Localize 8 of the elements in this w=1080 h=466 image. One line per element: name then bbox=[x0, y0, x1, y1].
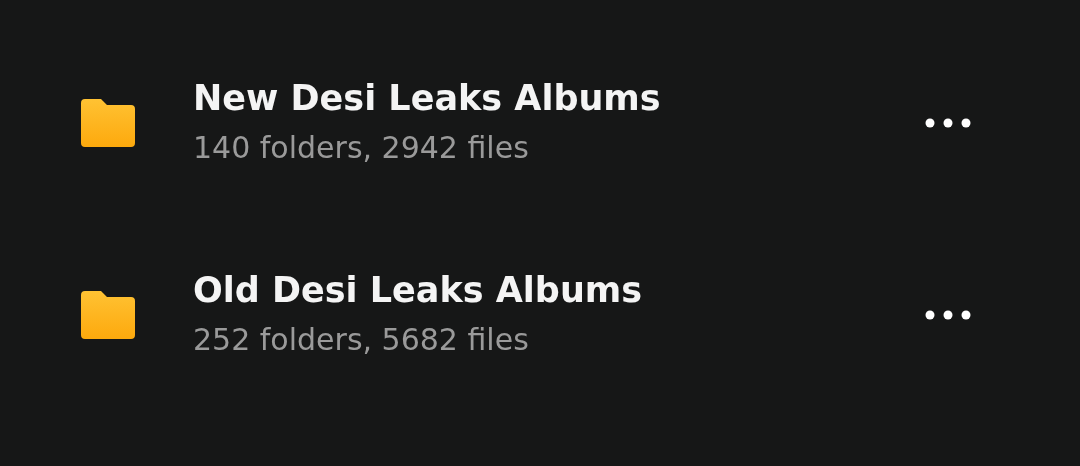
folder-details: 252 folders, 5682 files bbox=[193, 321, 530, 359]
folder-name[interactable]: New Desi Leaks Albums bbox=[193, 73, 918, 123]
folder-icon bbox=[81, 99, 135, 147]
more-icon bbox=[924, 309, 972, 321]
folder-details: 140 folders, 2942 files bbox=[193, 129, 530, 167]
folder-name[interactable]: Old Desi Leaks Albums bbox=[193, 265, 918, 315]
more-icon bbox=[924, 117, 972, 129]
folder-icon bbox=[81, 291, 135, 339]
